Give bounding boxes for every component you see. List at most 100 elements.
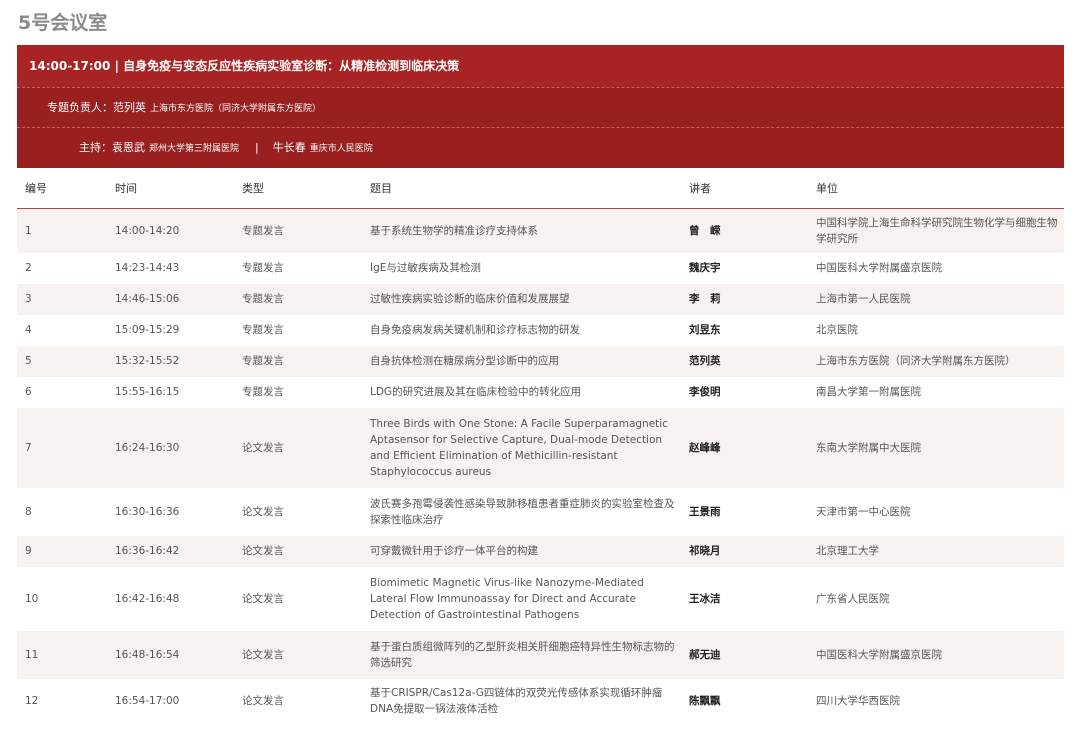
cell-time: 16:42-16:48 <box>107 566 234 631</box>
cell-no: 8 <box>17 487 107 536</box>
session-time: 14:00-17:00 <box>29 59 111 73</box>
cell-speaker: 郝无迪 <box>681 630 808 679</box>
cell-type: 专题发言 <box>234 345 362 377</box>
cell-title: 过敏性疾病实验诊断的临床价值和发展展望 <box>362 283 681 315</box>
cell-title: 可穿戴微针用于诊疗一体平台的构建 <box>362 535 681 567</box>
cell-type: 论文发言 <box>234 630 362 679</box>
cell-time: 15:55-16:15 <box>107 376 234 408</box>
cell-type: 专题发言 <box>234 208 362 253</box>
header-time: 时间 <box>107 168 234 209</box>
cell-title: LDG的研究进展及其在临床检验中的转化应用 <box>362 376 681 408</box>
cell-title: Biomimetic Magnetic Virus-like Nanozyme-… <box>362 566 681 631</box>
table-row: 5 15:32-15:52 专题发言 自身抗体检测在糖尿病分型诊断中的应用 范列英 上海市… <box>17 345 1064 377</box>
session-title: 自身免疫与变态反应性疾病实验室诊断：从精准检测到临床决策 <box>123 59 460 73</box>
cell-org: 南昌大学第一附属医院 <box>808 376 1064 408</box>
header-no: 编号 <box>17 168 107 209</box>
cell-speaker: 王景雨 <box>681 487 808 536</box>
cell-org: 中国科学院上海生命科学研究院生物化学与细胞生物学研究所 <box>808 208 1064 253</box>
cell-no: 10 <box>17 566 107 631</box>
cell-no: 7 <box>17 407 107 488</box>
cell-org: 中国医科大学附属盛京医院 <box>808 252 1064 284</box>
cell-no: 2 <box>17 252 107 284</box>
session-host-row: 主持：袁恩武 郑州大学第三附属医院 | 牛长春 重庆市人民医院 <box>17 127 1064 168</box>
session-panel: 14:00-17:00 | 自身免疫与变态反应性疾病实验室诊断：从精准检测到临床… <box>17 45 1064 723</box>
table-row: 8 16:30-16:36 论文发言 波氏赛多孢霉侵袭性感染导致肺移植患者重症肺炎的实… <box>17 487 1064 536</box>
cell-speaker: 陈飘飘 <box>681 678 808 723</box>
cell-type: 论文发言 <box>234 678 362 723</box>
cell-time: 14:00-14:20 <box>107 208 234 253</box>
session-header: 14:00-17:00 | 自身免疫与变态反应性疾病实验室诊断：从精准检测到临床… <box>17 45 1064 87</box>
leader-org: 上海市东方医院（同济大学附属东方医院） <box>150 104 322 114</box>
cell-title: IgE与过敏疾病及其检测 <box>362 252 681 284</box>
cell-no: 12 <box>17 678 107 723</box>
cell-speaker: 王冰洁 <box>681 566 808 631</box>
cell-org: 广东省人民医院 <box>808 566 1064 631</box>
cell-type: 论文发言 <box>234 535 362 567</box>
cell-time: 16:54-17:00 <box>107 678 234 723</box>
cell-type: 论文发言 <box>234 566 362 631</box>
cell-title: 自身抗体检测在糖尿病分型诊断中的应用 <box>362 345 681 377</box>
table-row: 11 16:48-16:54 论文发言 基于蛋白质组微阵列的乙型肝炎相关肝细胞癌特异性… <box>17 630 1064 679</box>
cell-no: 11 <box>17 630 107 679</box>
session-divider: | <box>114 59 124 73</box>
leader-label: 专题负责人： <box>47 101 113 114</box>
host1-org: 郑州大学第三附属医院 <box>149 144 240 154</box>
cell-speaker: 曾 嵘 <box>681 208 808 253</box>
host2-name: 牛长春 <box>272 141 306 154</box>
cell-title: 基于系统生物学的精准诊疗支持体系 <box>362 208 681 253</box>
header-speaker: 讲者 <box>681 168 808 209</box>
table-row: 12 16:54-17:00 论文发言 基于CRISPR/Cas12a-G四链体的双荧… <box>17 678 1064 723</box>
cell-type: 专题发言 <box>234 283 362 315</box>
cell-time: 14:46-15:06 <box>107 283 234 315</box>
table-row: 6 15:55-16:15 专题发言 LDG的研究进展及其在临床检验中的转化应用 李俊明… <box>17 376 1064 408</box>
cell-type: 论文发言 <box>234 407 362 488</box>
table-row: 2 14:23-14:43 专题发言 IgE与过敏疾病及其检测 魏庆宇 中国医科大学附属盛… <box>17 252 1064 284</box>
cell-speaker: 李俊明 <box>681 376 808 408</box>
cell-no: 1 <box>17 208 107 253</box>
cell-type: 论文发言 <box>234 487 362 536</box>
cell-time: 15:32-15:52 <box>107 345 234 377</box>
cell-title: Three Birds with One Stone: A Facile Sup… <box>362 407 681 488</box>
room-title: 5号会议室 <box>18 12 108 34</box>
cell-org: 北京理工大学 <box>808 535 1064 567</box>
host1-name: 袁恩武 <box>112 141 145 154</box>
header-title: 题目 <box>362 168 681 209</box>
host2-org: 重庆市人民医院 <box>309 144 373 154</box>
cell-type: 专题发言 <box>234 252 362 284</box>
cell-title: 基于CRISPR/Cas12a-G四链体的双荧光传感体系实现循环肿瘤DNA免提取… <box>362 678 681 723</box>
cell-org: 上海市第一人民医院 <box>808 283 1064 315</box>
leader-name: 范列英 <box>113 101 146 114</box>
header-type: 类型 <box>234 168 362 209</box>
cell-time: 15:09-15:29 <box>107 314 234 346</box>
cell-time: 16:48-16:54 <box>107 630 234 679</box>
cell-org: 天津市第一中心医院 <box>808 487 1064 536</box>
cell-org: 东南大学附属中大医院 <box>808 407 1064 488</box>
cell-no: 5 <box>17 345 107 377</box>
cell-title: 自身免疫病发病关键机制和诊疗标志物的研发 <box>362 314 681 346</box>
cell-org: 四川大学华西医院 <box>808 678 1064 723</box>
cell-title: 波氏赛多孢霉侵袭性感染导致肺移植患者重症肺炎的实验室检查及探索性临床治疗 <box>362 487 681 536</box>
cell-time: 16:36-16:42 <box>107 535 234 567</box>
cell-org: 上海市东方医院（同济大学附属东方医院） <box>808 345 1064 377</box>
table-header-row: 编号 时间 类型 题目 讲者 单位 <box>17 168 1064 209</box>
host-label: 主持： <box>79 141 112 154</box>
cell-org: 中国医科大学附属盛京医院 <box>808 630 1064 679</box>
cell-speaker: 刘昱东 <box>681 314 808 346</box>
cell-type: 专题发言 <box>234 376 362 408</box>
table-row: 4 15:09-15:29 专题发言 自身免疫病发病关键机制和诊疗标志物的研发 刘昱东北… <box>17 314 1064 346</box>
cell-speaker: 赵峰峰 <box>681 407 808 488</box>
cell-speaker: 范列英 <box>681 345 808 377</box>
header-org: 单位 <box>808 168 1064 209</box>
cell-speaker: 李 莉 <box>681 283 808 315</box>
cell-no: 9 <box>17 535 107 567</box>
cell-no: 6 <box>17 376 107 408</box>
table-row: 3 14:46-15:06 专题发言 过敏性疾病实验诊断的临床价值和发展展望李 莉上海… <box>17 283 1064 315</box>
schedule-table: 编号 时间 类型 题目 讲者 单位 1 14:00-14:20 专题发言 基于系统生物… <box>17 168 1064 723</box>
table-row: 7 16:24-16:30 论文发言 Three Birds with One Sto… <box>17 407 1064 488</box>
cell-time: 14:23-14:43 <box>107 252 234 284</box>
host-separator: | <box>255 141 259 154</box>
cell-speaker: 祁晓月 <box>681 535 808 567</box>
cell-time: 16:24-16:30 <box>107 407 234 488</box>
table-row: 9 16:36-16:42 论文发言 可穿戴微针用于诊疗一体平台的构建 祁晓月 北京理工大… <box>17 535 1064 567</box>
cell-type: 专题发言 <box>234 314 362 346</box>
